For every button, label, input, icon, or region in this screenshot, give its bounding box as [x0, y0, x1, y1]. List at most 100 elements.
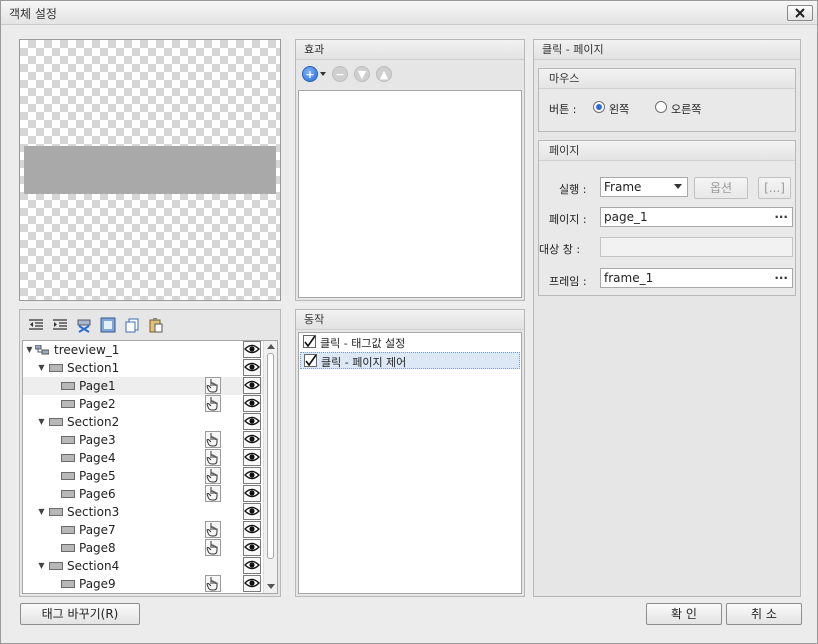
tree-node-label: Page4 — [79, 451, 116, 465]
close-icon — [795, 8, 805, 18]
dropdown-arrow-icon — [320, 72, 326, 76]
outdent-icon[interactable] — [26, 315, 46, 335]
frame-field[interactable]: frame_1 ··· — [600, 268, 793, 288]
visibility-eye-icon[interactable] — [243, 377, 261, 394]
move-down-icon[interactable]: ▼ — [354, 66, 370, 82]
mouse-button-label: 버튼 : — [549, 103, 577, 116]
section-icon — [49, 508, 63, 516]
section-icon — [49, 418, 63, 426]
effects-panel: 효과 + − ▼ ▲ — [295, 39, 525, 301]
change-tag-button[interactable]: 태그 바꾸기(R) — [20, 603, 140, 625]
tree-node-label: Page6 — [79, 487, 116, 501]
page-icon — [61, 526, 75, 534]
run-label: 실행 : — [559, 183, 587, 196]
tree-row[interactable]: ▼ Section4 — [23, 557, 263, 575]
scroll-up-icon[interactable] — [267, 343, 275, 349]
tree-row[interactable]: ▼ Section3 — [23, 503, 263, 521]
tree-row[interactable]: Page5 — [23, 467, 263, 485]
expander-icon[interactable]: ▼ — [37, 507, 46, 516]
tree-row[interactable]: Page2 — [23, 395, 263, 413]
tree-row[interactable]: ▼ Section2 — [23, 413, 263, 431]
indent-icon[interactable] — [50, 315, 70, 335]
scroll-down-icon[interactable] — [267, 584, 275, 590]
visibility-eye-icon[interactable] — [243, 485, 261, 502]
right-button-label[interactable]: 오른쪽 — [671, 101, 701, 117]
target-window-field[interactable] — [600, 237, 793, 257]
page-label: 페이지 : — [549, 213, 587, 226]
hand-cursor-icon — [205, 431, 221, 448]
browse-button[interactable]: [...] — [758, 177, 791, 199]
add-effect-button[interactable]: + — [302, 66, 326, 82]
page-field[interactable]: page_1 ··· — [600, 207, 793, 227]
visibility-eye-icon[interactable] — [243, 449, 261, 466]
visibility-eye-icon[interactable] — [243, 359, 261, 376]
visibility-eye-icon[interactable] — [243, 503, 261, 520]
visibility-eye-icon[interactable] — [243, 467, 261, 484]
visibility-eye-icon[interactable] — [243, 431, 261, 448]
checkmark-icon — [305, 354, 317, 367]
visibility-eye-icon[interactable] — [243, 557, 261, 574]
page-icon — [61, 472, 75, 480]
tree-row[interactable]: Page6 — [23, 485, 263, 503]
action-row[interactable]: 클릭 - 태그값 설정 — [300, 334, 520, 351]
page-icon — [61, 454, 75, 462]
hand-cursor-icon — [205, 521, 221, 538]
remove-effect-icon[interactable]: − — [332, 66, 348, 82]
tree-row[interactable]: Page1 — [23, 377, 263, 395]
action-checkbox[interactable] — [304, 354, 317, 367]
visibility-eye-icon[interactable] — [243, 395, 261, 412]
copy-icon[interactable] — [122, 315, 142, 335]
tree-row[interactable]: ▼ treeview_1 — [23, 341, 263, 359]
visibility-eye-icon[interactable] — [243, 341, 261, 358]
close-button[interactable] — [787, 5, 813, 21]
page-browse-icon[interactable]: ··· — [774, 208, 788, 226]
left-button-label[interactable]: 왼쪽 — [609, 101, 629, 117]
cancel-button[interactable]: 취 소 — [726, 603, 802, 625]
visibility-eye-icon[interactable] — [243, 521, 261, 538]
hand-cursor-icon — [205, 539, 221, 556]
left-button-radio[interactable] — [593, 101, 605, 113]
ok-button[interactable]: 확 인 — [646, 603, 722, 625]
effects-title: 효과 — [296, 40, 524, 60]
expander-icon[interactable]: ▼ — [37, 363, 46, 372]
add-icon: + — [302, 66, 318, 82]
tree-node-label: Page1 — [79, 379, 116, 393]
tree-row[interactable]: Page7 — [23, 521, 263, 539]
tree-panel: ▼ treeview_1 ▼ Section1 Page1 Page2 ▼ Section2 P… — [19, 309, 281, 597]
expander-icon[interactable]: ▼ — [25, 345, 34, 354]
title-bar[interactable]: 객체 설정 — [1, 1, 817, 25]
tree-view[interactable]: ▼ treeview_1 ▼ Section1 Page1 Page2 ▼ Section2 P… — [22, 340, 278, 594]
page-icon — [61, 436, 75, 444]
option-button[interactable]: 옵션 — [694, 177, 748, 199]
tree-row[interactable]: ▼ Section1 — [23, 359, 263, 377]
node-properties-icon[interactable] — [98, 315, 118, 335]
tree-row[interactable]: Page4 — [23, 449, 263, 467]
tree-row[interactable]: Page3 — [23, 431, 263, 449]
frame-browse-icon[interactable]: ··· — [774, 269, 788, 287]
action-row[interactable]: 클릭 - 페이지 제어 — [300, 352, 520, 369]
actions-list[interactable]: 클릭 - 태그값 설정클릭 - 페이지 제어 — [298, 332, 522, 594]
move-up-icon[interactable]: ▲ — [376, 66, 392, 82]
hand-cursor-icon — [205, 449, 221, 466]
expander-icon[interactable]: ▼ — [37, 417, 46, 426]
run-select[interactable]: Frame — [600, 177, 688, 197]
expander-icon[interactable]: ▼ — [37, 561, 46, 570]
visibility-eye-icon[interactable] — [243, 575, 261, 592]
visibility-eye-icon[interactable] — [243, 413, 261, 430]
treeview-icon — [35, 345, 49, 355]
tree-row[interactable]: Page9 — [23, 575, 263, 593]
tree-row[interactable]: Page8 — [23, 539, 263, 557]
action-label: 클릭 - 페이지 제어 — [321, 356, 407, 369]
action-checkbox[interactable] — [303, 335, 316, 348]
tree-scroll-thumb[interactable] — [267, 353, 274, 559]
paste-icon[interactable] — [146, 315, 166, 335]
visibility-eye-icon[interactable] — [243, 539, 261, 556]
mouse-group-title: 마우스 — [539, 69, 795, 89]
hand-cursor-icon — [205, 377, 221, 394]
effects-list[interactable] — [298, 90, 522, 298]
tree-scrollbar[interactable] — [263, 341, 277, 593]
right-button-radio[interactable] — [655, 101, 667, 113]
page-icon — [61, 544, 75, 552]
page-icon — [61, 490, 75, 498]
delete-node-icon[interactable] — [74, 315, 94, 335]
